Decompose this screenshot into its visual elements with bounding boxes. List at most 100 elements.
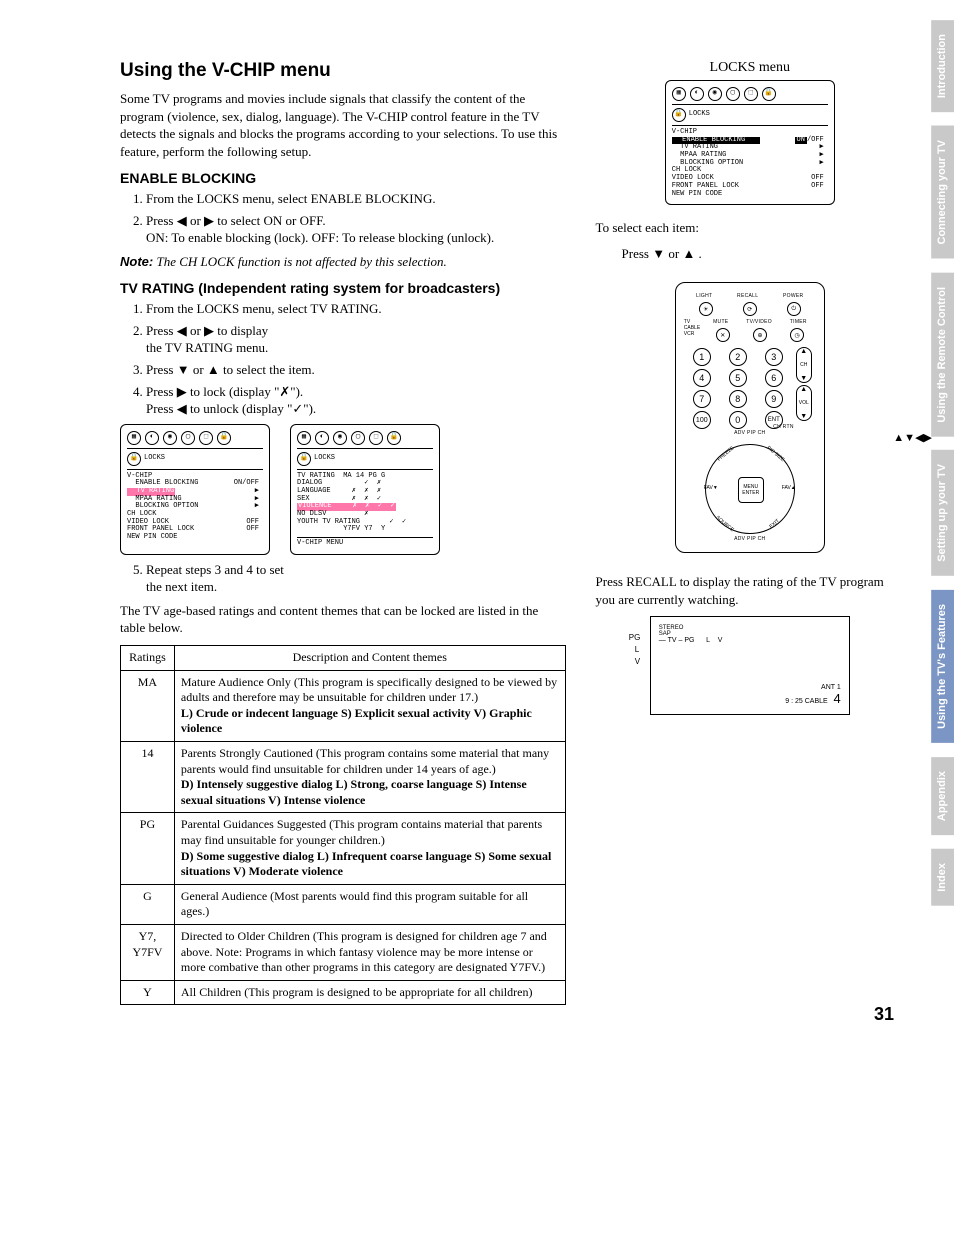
osd-label: PG bbox=[629, 633, 641, 642]
tv-rating-steps: From the LOCKS menu, select TV RATING. P… bbox=[138, 300, 566, 417]
side-tab[interactable]: Using the Remote Control bbox=[931, 273, 954, 437]
num-7[interactable]: 7 bbox=[693, 390, 711, 408]
lock-icon: 🔒 bbox=[297, 452, 311, 466]
locks-menu-left: ▦ ◐ ◉ ▢ ⬚ 🔒 🔒LOCKS V-CHIP ENABLE BLOCKIN… bbox=[120, 424, 270, 555]
step-text: Press ◀ or ▶ to display bbox=[146, 323, 268, 338]
label: MUTE bbox=[713, 319, 728, 325]
num-2[interactable]: 2 bbox=[729, 348, 747, 366]
table-row: GGeneral Audience (Most parents would fi… bbox=[121, 884, 566, 924]
power-button[interactable]: ⏻ bbox=[787, 302, 801, 316]
rating-cell: 14 bbox=[121, 742, 175, 813]
step: Press ▶ to lock (display "✗"). Press ◀ t… bbox=[146, 383, 566, 418]
menu-icon: ▢ bbox=[351, 431, 365, 445]
menu-icon: ◉ bbox=[163, 431, 177, 445]
vol-rocker[interactable]: ▲VOL▼ bbox=[796, 385, 812, 421]
side-tab[interactable]: Appendix bbox=[931, 757, 954, 835]
press-arrows-text: Press ▼ or ▲ . bbox=[622, 245, 904, 263]
num-1[interactable]: 1 bbox=[693, 348, 711, 366]
menu-icon: ▦ bbox=[297, 431, 311, 445]
menu-icon: ▦ bbox=[127, 431, 141, 445]
label: TIMER bbox=[790, 319, 807, 325]
step-text: the next item. bbox=[146, 579, 217, 594]
rating-cell: Y7, Y7FV bbox=[121, 924, 175, 980]
step-text: Press ◀ or ▶ to select ON or OFF. bbox=[146, 213, 326, 228]
rating-cell: MA bbox=[121, 670, 175, 741]
num-6[interactable]: 6 bbox=[765, 369, 783, 387]
description-cell: Mature Audience Only (This program is sp… bbox=[174, 670, 565, 741]
lock-icon: 🔒 bbox=[127, 452, 141, 466]
num-5[interactable]: 5 bbox=[729, 369, 747, 387]
rating-cell: G bbox=[121, 884, 175, 924]
label: FAV▼ bbox=[704, 485, 718, 491]
menu-icon: ⬚ bbox=[199, 431, 213, 445]
menu-icon: ◐ bbox=[690, 87, 704, 101]
mute-button[interactable]: ✕ bbox=[716, 328, 730, 342]
menu-footer: V-CHIP MENU bbox=[297, 537, 433, 548]
osd-text: V bbox=[718, 637, 723, 644]
light-button[interactable]: ☀ bbox=[699, 302, 713, 316]
num-9[interactable]: 9 bbox=[765, 390, 783, 408]
locks-menu-right: ▦ ◐ ◉ ▢ ⬚ 🔒 🔒LOCKS V-CHIP ENABLE BLOCKIN… bbox=[665, 80, 835, 205]
osd-text: 9 : 25 CABLE bbox=[785, 698, 827, 705]
osd-text: L bbox=[706, 637, 710, 644]
label: FAV▲ bbox=[782, 485, 796, 491]
label: FREEZE bbox=[716, 446, 735, 463]
step: Press ◀ or ▶ to display the TV RATING me… bbox=[146, 322, 566, 357]
menu-icon: ⬚ bbox=[369, 431, 383, 445]
label: TV/VIDEO bbox=[746, 319, 772, 325]
side-tab[interactable]: Connecting your TV bbox=[931, 126, 954, 259]
label: EXIT bbox=[768, 518, 780, 530]
menu-title-text: LOCKS bbox=[314, 455, 335, 463]
label: SOURCE bbox=[714, 515, 734, 533]
num-100[interactable]: 100 bbox=[693, 411, 711, 429]
table-intro: The TV age-based ratings and content the… bbox=[120, 602, 566, 637]
intro-paragraph: Some TV programs and movies include sign… bbox=[120, 90, 566, 160]
table-row: 14Parents Strongly Cautioned (This progr… bbox=[121, 742, 566, 813]
timer-button[interactable]: ◷ bbox=[790, 328, 804, 342]
dpad[interactable]: MENU ENTER FREEZE PIC SIZE SOURCE EXIT F… bbox=[705, 444, 795, 534]
rating-cell: PG bbox=[121, 813, 175, 884]
step: From the LOCKS menu, select ENABLE BLOCK… bbox=[146, 190, 566, 208]
select-item-text: To select each item: bbox=[596, 219, 904, 237]
num-8[interactable]: 8 bbox=[729, 390, 747, 408]
tv-video-button[interactable]: ⊕ bbox=[753, 328, 767, 342]
menu-icon: ▢ bbox=[726, 87, 740, 101]
menu-enter-button[interactable]: MENU ENTER bbox=[738, 477, 764, 503]
num-0[interactable]: 0 bbox=[729, 411, 747, 429]
ch-rocker[interactable]: ▲CH▼ bbox=[796, 347, 812, 383]
menu-icon: ◉ bbox=[333, 431, 347, 445]
page-heading: Using the V-CHIP menu bbox=[120, 60, 566, 82]
step-text: ON: To enable blocking (lock). OFF: To r… bbox=[146, 230, 494, 245]
menu-icon: ▢ bbox=[181, 431, 195, 445]
num-3[interactable]: 3 bbox=[765, 348, 783, 366]
step: From the LOCKS menu, select TV RATING. bbox=[146, 300, 566, 318]
num-4[interactable]: 4 bbox=[693, 369, 711, 387]
side-tab[interactable]: Index bbox=[931, 849, 954, 906]
description-cell: All Children (This program is designed t… bbox=[174, 980, 565, 1005]
menu-icon: ▦ bbox=[672, 87, 686, 101]
menu-icon: ◐ bbox=[145, 431, 159, 445]
label: PIC SIZE bbox=[765, 445, 785, 463]
menu-icon: ◐ bbox=[315, 431, 329, 445]
step-text: the TV RATING menu. bbox=[146, 340, 268, 355]
recall-button[interactable]: ⟳ bbox=[743, 302, 757, 316]
label: LIGHT bbox=[696, 293, 712, 299]
recall-text: Press RECALL to display the rating of th… bbox=[596, 573, 904, 608]
step-text: Repeat steps 3 and 4 to set bbox=[146, 562, 284, 577]
osd-text: ANT 1 bbox=[659, 684, 841, 691]
side-tab[interactable]: Introduction bbox=[931, 20, 954, 112]
side-tab[interactable]: Setting up your TV bbox=[931, 450, 954, 576]
label: RECALL bbox=[737, 293, 758, 299]
description-cell: Parents Strongly Cautioned (This program… bbox=[174, 742, 565, 813]
note-text: The CH LOCK function is not affected by … bbox=[156, 254, 446, 269]
menu-row: Y7FV Y7 Y bbox=[297, 526, 433, 534]
description-cell: Parental Guidances Suggested (This progr… bbox=[174, 813, 565, 884]
osd-display: PG L V STEREO SAP — TV – PG L V ANT 1 9 … bbox=[650, 616, 850, 715]
side-tab[interactable]: Using the TV's Features bbox=[931, 590, 954, 743]
rating-cell: Y bbox=[121, 980, 175, 1005]
remote-diagram: LIGHT RECALL POWER ☀ ⟳ ⏻ TV CABLE VCR bbox=[675, 282, 825, 553]
osd-label: V bbox=[635, 657, 640, 666]
step-text: Press ◀ to unlock (display "✓"). bbox=[146, 401, 316, 416]
osd-label: L bbox=[635, 645, 639, 654]
table-row: PGParental Guidances Suggested (This pro… bbox=[121, 813, 566, 884]
